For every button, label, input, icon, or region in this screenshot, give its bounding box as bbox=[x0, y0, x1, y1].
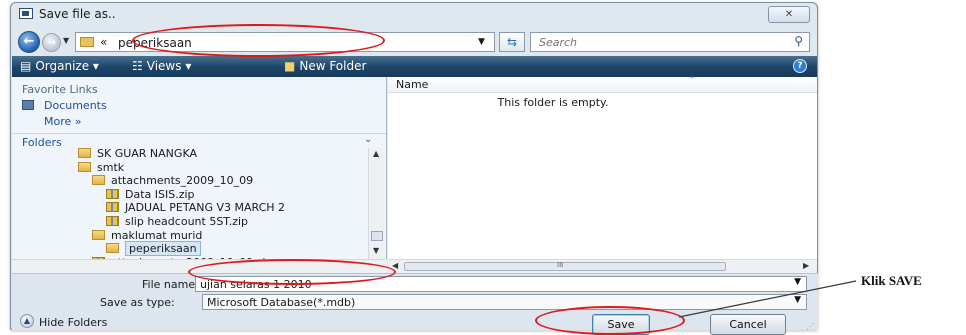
tree-item-label: JADUAL PETANG V3 MARCH 2 bbox=[125, 201, 286, 215]
favorite-links-heading: Favorite Links bbox=[22, 83, 98, 96]
save-form: File name: ujian selaras 1 2010 ▼ Save a… bbox=[12, 273, 818, 335]
new-folder-icon: ■ bbox=[284, 59, 296, 73]
chevron-down-icon[interactable]: ▼ bbox=[794, 295, 801, 305]
file-name-label: File name: bbox=[142, 278, 199, 291]
refresh-icon: ⇆ bbox=[506, 35, 518, 49]
cancel-button[interactable]: Cancel bbox=[710, 314, 786, 335]
navigation-pane: Favorite Links Documents More » Folders … bbox=[12, 77, 387, 259]
forward-arrow-icon: → bbox=[46, 36, 57, 49]
back-button[interactable]: ← bbox=[18, 31, 40, 53]
favorite-link-documents[interactable]: Documents bbox=[22, 99, 107, 112]
chevron-down-icon[interactable]: ▼ bbox=[794, 277, 801, 287]
tree-item-label: maklumat murid bbox=[111, 228, 203, 242]
chevron-down-icon[interactable]: ⌄ bbox=[364, 134, 372, 145]
tree-item-label: smtk bbox=[97, 160, 125, 174]
folder-icon bbox=[92, 175, 105, 186]
folder-icon bbox=[92, 229, 105, 240]
save-as-type-label: Save as type: bbox=[100, 296, 175, 309]
scroll-grip: III bbox=[557, 261, 564, 269]
scroll-thumb[interactable] bbox=[371, 231, 383, 241]
back-arrow-icon: ← bbox=[23, 34, 35, 49]
save-as-type-select[interactable]: Microsoft Database(*.mdb) ▼ bbox=[202, 294, 807, 310]
search-box[interactable]: ⚲ bbox=[530, 32, 810, 52]
annotation-text: Klik SAVE bbox=[861, 273, 922, 288]
folder-icon bbox=[80, 37, 94, 47]
new-folder-label: New Folder bbox=[299, 59, 367, 73]
save-file-dialog: Save file as.. ✕ ← → ▼ « peperiksaan ▼ ⇆… bbox=[10, 2, 818, 335]
address-overflow-chevrons[interactable]: « bbox=[100, 35, 107, 49]
refresh-button[interactable]: ⇆ bbox=[499, 32, 525, 52]
address-highlight-ellipse bbox=[132, 24, 385, 57]
folder-icon bbox=[106, 243, 119, 254]
more-chevron-icon: » bbox=[74, 115, 82, 128]
organize-icon: ▤ bbox=[20, 59, 32, 73]
folder-icon bbox=[78, 148, 91, 158]
hide-folders-button[interactable]: Hide Folders bbox=[39, 316, 107, 329]
file-name-highlight-ellipse bbox=[188, 259, 396, 285]
documents-label: Documents bbox=[44, 99, 107, 112]
tree-item-label: slip headcount 5ST.zip bbox=[125, 215, 249, 228]
views-label: Views bbox=[146, 59, 182, 73]
help-icon[interactable]: ? bbox=[793, 59, 807, 73]
resize-grip-icon[interactable]: ⋰ bbox=[806, 322, 814, 331]
folder-tree: SK GUAR NANGKA smtk attachments_2009_10_09… bbox=[12, 148, 366, 259]
organize-menu[interactable]: ▤ Organize ▾ bbox=[20, 59, 99, 73]
dialog-title: Save file as.. bbox=[39, 7, 116, 21]
save-as-type-value[interactable]: Microsoft Database(*.mdb) bbox=[207, 296, 355, 309]
tree-item-label: attachments_2009_10_09 bbox=[111, 174, 254, 188]
scroll-down-icon[interactable]: ▼ bbox=[373, 246, 379, 255]
address-dropdown-icon[interactable]: ▼ bbox=[478, 37, 485, 47]
scroll-right-icon[interactable]: ▶ bbox=[803, 261, 809, 270]
tree-item-label: SK GUAR NANGKA bbox=[97, 148, 197, 160]
name-column-label: Name bbox=[396, 78, 429, 91]
name-column-header[interactable]: Name ⌃ bbox=[388, 76, 817, 93]
folder-tree-scrollbar[interactable]: ▲ ▼ bbox=[368, 148, 385, 259]
search-input[interactable] bbox=[537, 35, 777, 49]
zip-file-icon bbox=[106, 188, 119, 199]
sort-arrow-icon: ⌃ bbox=[688, 76, 696, 86]
new-folder-button[interactable]: ■ New Folder bbox=[284, 59, 366, 73]
file-list-pane: Name ⌃ This folder is empty. bbox=[388, 76, 817, 259]
toolbar: ▤ Organize ▾ ☷ Views ▾ ■ New Folder ? bbox=[12, 56, 817, 77]
zip-file-icon bbox=[106, 216, 119, 226]
zip-file-icon bbox=[106, 202, 119, 213]
history-dropdown-icon[interactable]: ▼ bbox=[63, 36, 69, 45]
empty-folder-message: This folder is empty. bbox=[497, 96, 609, 109]
tree-item-label: Data ISIS.zip bbox=[125, 187, 195, 201]
hide-folders-icon[interactable]: ▲ bbox=[20, 314, 34, 328]
tree-item-label: peperiksaan bbox=[125, 241, 201, 257]
chevron-down-icon: ▾ bbox=[181, 59, 192, 73]
window-icon bbox=[19, 8, 33, 19]
chevron-down-icon: ▾ bbox=[89, 59, 99, 73]
search-icon[interactable]: ⚲ bbox=[794, 34, 803, 48]
file-list-horizontal-scrollbar[interactable]: ◀ III ▶ bbox=[388, 259, 817, 273]
views-icon: ☷ bbox=[132, 59, 143, 73]
scroll-thumb[interactable]: III bbox=[404, 261, 726, 271]
scroll-up-icon[interactable]: ▲ bbox=[373, 149, 379, 158]
save-button-highlight-ellipse bbox=[535, 306, 685, 335]
title-bar: Save file as.. ✕ bbox=[11, 3, 817, 27]
folder-icon bbox=[78, 161, 91, 172]
views-menu[interactable]: ☷ Views ▾ bbox=[132, 59, 191, 73]
folders-heading[interactable]: Folders ⌄ bbox=[12, 133, 386, 149]
organize-label: Organize bbox=[35, 59, 90, 73]
favorite-links-more[interactable]: More » bbox=[44, 115, 82, 128]
close-button[interactable]: ✕ bbox=[768, 6, 810, 23]
forward-button[interactable]: → bbox=[42, 33, 61, 52]
more-label: More bbox=[44, 115, 72, 128]
documents-icon bbox=[22, 100, 34, 110]
